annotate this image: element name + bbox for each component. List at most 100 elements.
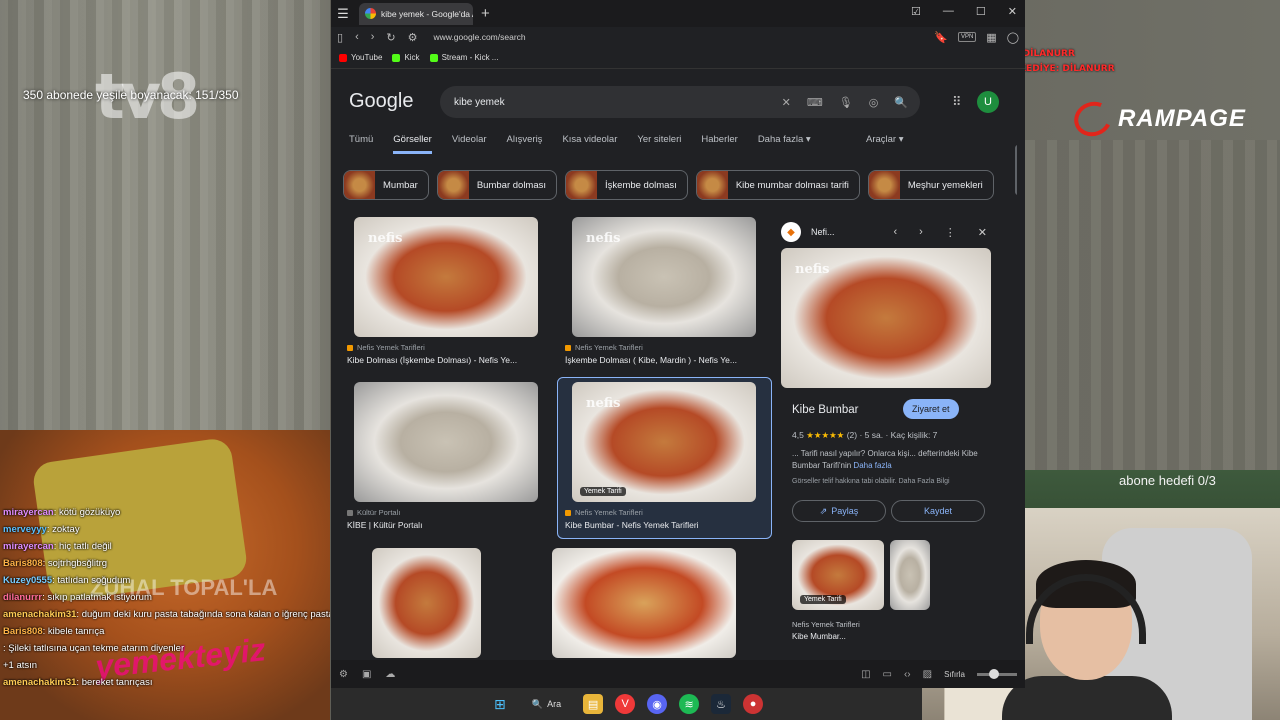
reload-button[interactable]: ↻ bbox=[386, 31, 395, 44]
apps-grid-icon[interactable]: ⠿ bbox=[952, 94, 962, 110]
tools-button[interactable]: Araçlar ▾ bbox=[866, 134, 904, 145]
curtain-right bbox=[1025, 140, 1280, 520]
tab-more[interactable]: Daha fazla ▾ bbox=[758, 134, 811, 154]
zoom-slider-knob[interactable] bbox=[989, 668, 999, 679]
forward-button[interactable]: › bbox=[371, 31, 375, 43]
result-source-3[interactable]: Kültür Portalı bbox=[347, 508, 400, 517]
url-field[interactable]: www.google.com/search bbox=[434, 32, 526, 42]
status-bar-right: ◫ ▭ ‹› ▨ Sıfırla bbox=[861, 668, 1017, 680]
extensions-icon[interactable]: ▦ bbox=[986, 31, 996, 44]
clear-icon[interactable]: ✕ bbox=[782, 96, 791, 109]
related-image-1[interactable]: Yemek Tarifi bbox=[792, 540, 884, 610]
camera-icon[interactable]: ◫ bbox=[861, 669, 870, 680]
profile-icon[interactable]: ◯ bbox=[1007, 31, 1019, 44]
windows-start-icon[interactable]: ⊞ bbox=[490, 694, 510, 714]
servings: Kaç kişilik: 7 bbox=[890, 430, 938, 440]
tiling-icon[interactable]: ▣ bbox=[362, 669, 371, 680]
related-image-2[interactable] bbox=[890, 540, 930, 610]
save-button[interactable]: Kaydet bbox=[891, 500, 985, 522]
tab-videos[interactable]: Videolar bbox=[452, 134, 487, 154]
more-options-icon[interactable]: ⋮ bbox=[945, 226, 956, 239]
obs-icon[interactable]: ● bbox=[743, 694, 764, 714]
search-icon: 🔍 bbox=[531, 698, 544, 709]
chat-username: merveyyy bbox=[3, 524, 47, 535]
search-icon[interactable]: 🔍 bbox=[894, 96, 908, 109]
related-title[interactable]: Kibe Mumbar... bbox=[792, 632, 846, 641]
more-link[interactable]: Daha fazla bbox=[853, 461, 891, 470]
chevron-right-icon[interactable]: › bbox=[919, 226, 923, 239]
file-explorer-icon[interactable]: ▤ bbox=[583, 694, 604, 714]
result-title-1[interactable]: Kibe Dolması (İşkembe Dolması) - Nefis Y… bbox=[347, 355, 547, 365]
result-title-4[interactable]: Kibe Bumbar - Nefis Yemek Tarifleri bbox=[565, 520, 765, 530]
result-title-2[interactable]: İşkembe Dolması ( Kibe, Mardin ) - Nefis… bbox=[565, 355, 765, 365]
back-button[interactable]: ‹ bbox=[355, 31, 359, 43]
sidebar-menu-icon[interactable]: ☰ bbox=[331, 6, 355, 22]
bookmark-kick[interactable]: Kick bbox=[392, 53, 420, 62]
result-image-3[interactable] bbox=[354, 382, 538, 502]
chip-iskembe-dolmasi[interactable]: İşkembe dolması bbox=[565, 170, 688, 200]
result-source-2[interactable]: Nefis Yemek Tarifleri bbox=[565, 343, 643, 352]
tab-news[interactable]: Haberler bbox=[701, 134, 737, 154]
site-info-icon[interactable]: ⚙ bbox=[408, 31, 418, 44]
tab-places[interactable]: Yer siteleri bbox=[637, 134, 681, 154]
google-logo[interactable]: Google bbox=[349, 90, 414, 113]
result-image-2[interactable]: nefis bbox=[572, 217, 756, 337]
keyboard-icon[interactable]: ⌨ bbox=[807, 96, 823, 109]
subscriber-goal-text: 350 abonede yeşile boyanacak: 151/350 bbox=[23, 88, 239, 102]
result-image-5[interactable] bbox=[372, 548, 481, 658]
chip-meshur-yemekleri[interactable]: Meşhur yemekleri bbox=[867, 170, 994, 200]
share-button[interactable]: ⇗ Paylaş bbox=[792, 500, 886, 522]
spotify-icon[interactable]: ≋ bbox=[679, 694, 700, 714]
result-image-1[interactable]: nefis bbox=[354, 217, 538, 337]
bookmark-icon[interactable]: 🔖 bbox=[934, 31, 948, 44]
close-icon[interactable]: ✕ bbox=[978, 226, 987, 239]
bookmark-youtube[interactable]: YouTube bbox=[339, 53, 382, 62]
result-source-4[interactable]: Nefis Yemek Tarifleri bbox=[565, 508, 643, 517]
shield-check-icon[interactable]: ☑ bbox=[911, 5, 921, 18]
maximize-button[interactable]: ☐ bbox=[976, 5, 986, 18]
code-icon[interactable]: ‹› bbox=[904, 669, 911, 680]
panel-source[interactable]: Nefi... bbox=[811, 227, 835, 237]
window-icon[interactable]: ▭ bbox=[883, 669, 892, 680]
chevron-left-icon[interactable]: ‹ bbox=[893, 226, 897, 239]
rampage-logo-icon bbox=[1069, 96, 1117, 142]
steam-icon[interactable]: ♨ bbox=[711, 694, 732, 714]
related-source[interactable]: Nefis Yemek Tarifleri bbox=[792, 620, 860, 629]
zoom-reset-button[interactable]: Sıfırla bbox=[944, 670, 965, 679]
result-source-1[interactable]: Nefis Yemek Tarifleri bbox=[347, 343, 425, 352]
vivaldi-icon[interactable]: V bbox=[615, 694, 636, 714]
chip-kibe-mumbar-tarifi[interactable]: Kibe mumbar dolması tarifi bbox=[695, 170, 860, 200]
result-image-4[interactable]: nefis Yemek Tarifi bbox=[572, 382, 756, 502]
discord-icon[interactable]: ◉ bbox=[647, 694, 668, 714]
image-icon[interactable]: ▨ bbox=[923, 669, 932, 680]
chat-message: Kuzey0555: tatlıdan soğudum bbox=[0, 572, 330, 589]
tab-all[interactable]: Tümü bbox=[349, 134, 373, 154]
zoom-slider[interactable] bbox=[977, 668, 1017, 679]
search-input[interactable]: kibe yemek ✕ ⌨ 🎙 ◎ 🔍 bbox=[440, 86, 920, 118]
minimize-button[interactable]: — bbox=[943, 5, 954, 18]
tab-images[interactable]: Görseller bbox=[393, 134, 432, 154]
settings-icon[interactable]: ⚙ bbox=[339, 669, 348, 680]
new-tab-button[interactable]: + bbox=[481, 5, 490, 22]
cloud-icon[interactable]: ☁ bbox=[385, 669, 395, 680]
chat-text: : kibele tanrıça bbox=[42, 626, 105, 637]
sidebar-toggle-icon[interactable]: ▯ bbox=[337, 31, 343, 44]
visit-button[interactable]: Ziyaret et bbox=[903, 399, 959, 419]
browser-tab-active[interactable]: kibe yemek - Google'da Ara ✕ bbox=[359, 2, 473, 25]
microphone-icon[interactable]: 🎙 bbox=[839, 96, 853, 109]
vpn-badge[interactable]: VPN bbox=[957, 32, 977, 42]
chip-bumbar-dolmasi[interactable]: Bumbar dolması bbox=[436, 170, 558, 200]
taskbar-search[interactable]: 🔍 Ara bbox=[522, 699, 571, 710]
close-window-button[interactable]: ✕ bbox=[1008, 5, 1017, 18]
lens-icon[interactable]: ◎ bbox=[869, 96, 879, 109]
page-scrollbar[interactable] bbox=[1015, 145, 1017, 195]
chip-thumbnail bbox=[344, 171, 375, 199]
avatar[interactable]: U bbox=[977, 91, 999, 113]
tab-short-videos[interactable]: Kısa videolar bbox=[562, 134, 617, 154]
bookmark-stream-kick[interactable]: Stream - Kick ... bbox=[429, 53, 498, 62]
chip-mumbar[interactable]: Mumbar bbox=[343, 170, 429, 200]
result-title-3[interactable]: KİBE | Kültür Portalı bbox=[347, 520, 547, 530]
tab-shopping[interactable]: Alışveriş bbox=[507, 134, 543, 154]
panel-preview-image[interactable]: nefis bbox=[781, 248, 991, 388]
result-image-6[interactable] bbox=[552, 548, 736, 658]
